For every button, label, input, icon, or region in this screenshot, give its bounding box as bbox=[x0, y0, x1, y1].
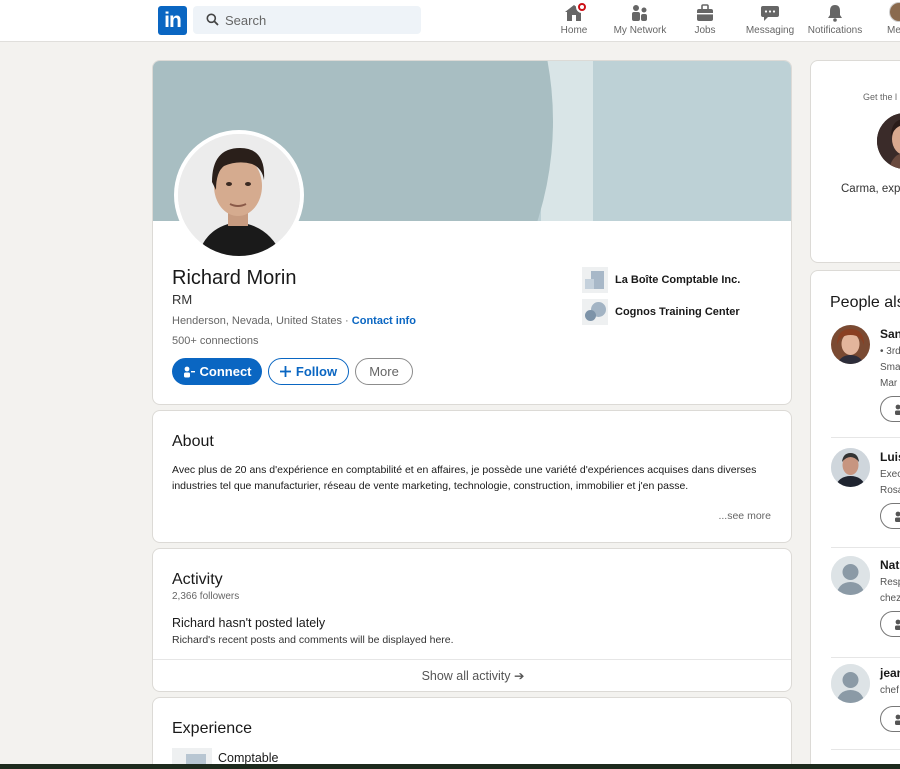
location-separator: · bbox=[342, 315, 352, 327]
more-button-label: More bbox=[369, 364, 399, 379]
person-name[interactable]: jean bbox=[880, 666, 900, 680]
person-connect-button[interactable] bbox=[880, 503, 900, 529]
search-icon bbox=[206, 13, 219, 26]
nav-home-label: Home bbox=[560, 25, 588, 36]
person-headline-line1: Sma bbox=[880, 362, 900, 373]
nav-messaging-label: Messaging bbox=[745, 25, 795, 36]
connect-button-label: Connect bbox=[199, 364, 252, 379]
default-avatar-icon[interactable] bbox=[831, 556, 870, 595]
company-item[interactable]: La Boîte Comptable Inc. bbox=[582, 267, 740, 293]
person-name[interactable]: San bbox=[880, 327, 900, 341]
company-name: La Boîte Comptable Inc. bbox=[615, 274, 741, 286]
people-also-viewed-title: People als bbox=[830, 294, 900, 311]
more-button[interactable]: More bbox=[355, 358, 413, 385]
school-logo-icon bbox=[582, 299, 608, 325]
default-avatar-icon[interactable] bbox=[831, 664, 870, 703]
profile-card: Richard Morin RM Henderson, Nevada, Unit… bbox=[152, 60, 792, 405]
nav-my-network[interactable]: My Network bbox=[610, 0, 670, 42]
contact-info-link[interactable]: Contact info bbox=[352, 315, 416, 327]
person-name[interactable]: Luis bbox=[880, 450, 900, 464]
experience-item-title: Comptable bbox=[218, 751, 279, 765]
experience-section: Experience Comptable bbox=[152, 697, 792, 769]
person-avatar[interactable] bbox=[831, 448, 870, 487]
show-all-activity-button[interactable]: Show all activity ➔ bbox=[153, 659, 791, 691]
ad-card: Get the l Carma, exp bbox=[810, 60, 900, 263]
nav-jobs[interactable]: Jobs bbox=[688, 0, 722, 42]
notification-badge bbox=[576, 1, 588, 13]
plus-icon bbox=[279, 366, 291, 377]
person-headline-line2: chez bbox=[880, 593, 900, 604]
school-name: Cognos Training Center bbox=[615, 306, 740, 318]
ad-name: Carma, exp bbox=[841, 183, 900, 195]
activity-title: Activity bbox=[172, 571, 223, 588]
search-box[interactable] bbox=[193, 6, 421, 34]
person-headline-line1: Exec bbox=[880, 469, 900, 480]
person-avatar[interactable] bbox=[831, 325, 870, 364]
nav-notifications[interactable]: Notifications bbox=[806, 0, 864, 42]
nav-messaging[interactable]: Messaging bbox=[744, 0, 796, 42]
activity-section: Activity 2,366 followers Richard hasn't … bbox=[152, 548, 792, 692]
person-connect-button[interactable] bbox=[880, 396, 900, 422]
top-nav: in Home My Network Jobs Messaging Notifi… bbox=[0, 0, 900, 42]
add-person-icon bbox=[895, 511, 900, 522]
no-posts-subtitle: Richard's recent posts and comments will… bbox=[172, 634, 454, 646]
nav-me[interactable]: Me bbox=[884, 0, 900, 42]
ad-avatar[interactable] bbox=[877, 113, 900, 169]
person-degree: • 3rd bbox=[880, 346, 900, 357]
profile-photo[interactable] bbox=[174, 130, 304, 260]
person-headline-line1: chef bbox=[880, 685, 899, 696]
ad-text: Get the l bbox=[863, 92, 898, 102]
add-person-icon bbox=[895, 619, 900, 630]
network-icon bbox=[632, 5, 647, 21]
connect-button[interactable]: Connect bbox=[172, 358, 262, 385]
avatar-icon bbox=[889, 2, 900, 22]
see-more-link[interactable]: ...see more bbox=[718, 510, 771, 522]
nav-jobs-label: Jobs bbox=[694, 25, 716, 36]
profile-location-line: Henderson, Nevada, United States · Conta… bbox=[172, 315, 416, 327]
people-also-viewed-section: People als San • 3rd Sma Mar Luis Exec R… bbox=[810, 270, 900, 769]
about-section: About Avec plus de 20 ans d'expérience e… bbox=[152, 410, 792, 543]
add-person-icon bbox=[895, 714, 900, 725]
briefcase-icon bbox=[697, 4, 713, 21]
education-item[interactable]: Cognos Training Center bbox=[582, 299, 740, 325]
linkedin-logo[interactable]: in bbox=[158, 6, 187, 35]
person-headline-line2: Mar bbox=[880, 378, 898, 389]
add-person-icon bbox=[895, 404, 900, 415]
experience-title: Experience bbox=[172, 720, 253, 737]
follow-button-label: Follow bbox=[295, 364, 338, 379]
person-name[interactable]: Nat bbox=[880, 558, 899, 572]
about-title: About bbox=[172, 433, 214, 450]
profile-location: Henderson, Nevada, United States bbox=[172, 315, 342, 327]
bottom-bar bbox=[0, 764, 900, 769]
nav-notifications-label: Notifications bbox=[807, 25, 863, 36]
followers-count: 2,366 followers bbox=[172, 591, 240, 602]
about-text: Avec plus de 20 ans d'expérience en comp… bbox=[172, 464, 757, 492]
profile-headline: RM bbox=[172, 292, 193, 307]
nav-my-network-label: My Network bbox=[613, 25, 667, 36]
nav-home[interactable]: Home bbox=[556, 0, 592, 42]
profile-photo-image bbox=[178, 134, 300, 256]
no-posts-title: Richard hasn't posted lately bbox=[172, 616, 326, 630]
connections-count: 500+ connections bbox=[172, 335, 259, 347]
profile-name: Richard Morin bbox=[172, 267, 297, 289]
person-headline-line1: Resp bbox=[880, 577, 900, 588]
chat-icon bbox=[761, 6, 779, 21]
bell-icon bbox=[828, 5, 842, 22]
add-person-icon bbox=[183, 366, 195, 377]
search-input[interactable] bbox=[225, 10, 410, 30]
person-headline-line2: Rosa bbox=[880, 485, 900, 496]
nav-me-label: Me bbox=[887, 25, 900, 36]
person-connect-button[interactable] bbox=[880, 611, 900, 637]
person-connect-button[interactable] bbox=[880, 706, 900, 732]
follow-button[interactable]: Follow bbox=[268, 358, 349, 385]
company-logo-icon bbox=[582, 267, 608, 293]
